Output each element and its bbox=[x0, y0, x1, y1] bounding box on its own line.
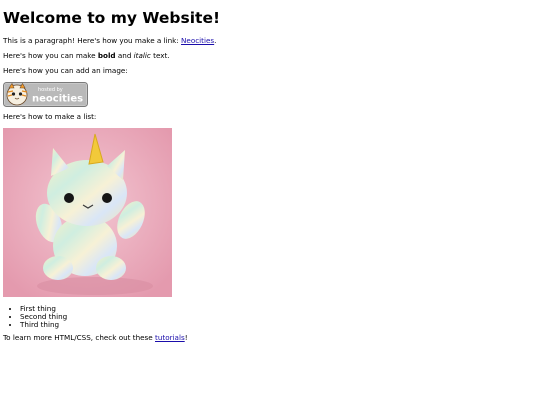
paragraph-tutorials: To learn more HTML/CSS, check out these … bbox=[3, 334, 537, 342]
paragraph-list-intro: Here's how to make a list: bbox=[3, 112, 97, 121]
formatting-text-end: text. bbox=[150, 51, 170, 60]
list-item: Second thing bbox=[20, 313, 537, 321]
neocities-link[interactable]: Neocities bbox=[181, 36, 214, 45]
italic-text: italic bbox=[133, 51, 151, 60]
bold-text: bold bbox=[97, 51, 116, 60]
hosted-by-neocities-badge[interactable]: hosted by neocities bbox=[3, 82, 88, 107]
paragraph-image-intro: Here's how you can add an image: bbox=[3, 66, 128, 75]
thing-list: First thing Second thing Third thing bbox=[3, 305, 537, 329]
badge-neocities: neocities bbox=[32, 94, 83, 105]
paragraph-link: This is a paragraph! Here's how you make… bbox=[3, 37, 537, 45]
tutorials-text: To learn more HTML/CSS, check out these bbox=[3, 333, 156, 342]
page-title: Welcome to my Website! bbox=[3, 9, 221, 27]
neocities-cat-icon bbox=[6, 82, 28, 106]
paragraph-text: This is a paragraph! Here's how you make… bbox=[3, 36, 182, 45]
page-body: Welcome to my Website! This is a paragra… bbox=[0, 9, 540, 342]
tutorials-link[interactable]: tutorials bbox=[155, 333, 185, 342]
formatting-text-mid: and bbox=[115, 51, 134, 60]
list-item: First thing bbox=[20, 305, 537, 313]
list-item: Third thing bbox=[20, 321, 537, 329]
unicorn-plush-image bbox=[3, 128, 172, 297]
formatting-text-start: Here's how you can make bbox=[3, 51, 98, 60]
paragraph-formatting: Here's how you can make bold and italic … bbox=[3, 52, 537, 60]
badge-hosted-by: hosted by bbox=[38, 87, 63, 93]
tutorials-exclamation: ! bbox=[184, 333, 188, 342]
paragraph-period: . bbox=[214, 36, 217, 45]
